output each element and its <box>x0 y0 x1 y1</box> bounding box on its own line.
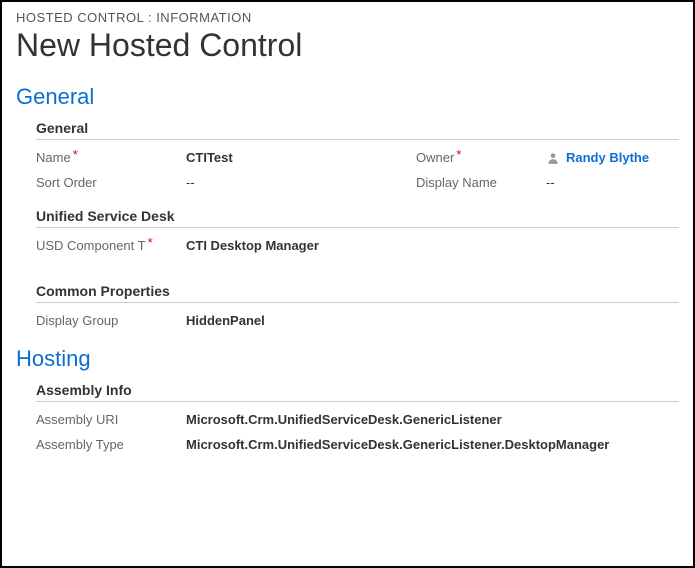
breadcrumb: HOSTED CONTROL : INFORMATION <box>16 10 679 25</box>
subsection-general-title: General <box>36 120 679 140</box>
label-owner: Owner* <box>416 150 546 165</box>
subsection-assembly: Assembly Info Assembly URI Microsoft.Crm… <box>16 382 679 452</box>
label-usd-component-text: USD Component T <box>36 238 146 253</box>
value-name[interactable]: CTITest <box>186 150 416 165</box>
required-asterisk-icon: * <box>73 147 78 162</box>
label-usd-component: USD Component T* <box>36 238 186 253</box>
value-display-name[interactable]: -- <box>546 175 679 190</box>
label-display-group: Display Group <box>36 313 186 328</box>
label-owner-text: Owner <box>416 150 454 165</box>
required-asterisk-icon: * <box>148 235 153 250</box>
section-hosting-header[interactable]: Hosting <box>16 346 679 372</box>
row-assembly-type: Assembly Type Microsoft.Crm.UnifiedServi… <box>36 437 679 452</box>
value-sort-order[interactable]: -- <box>186 175 416 190</box>
value-owner[interactable]: Randy Blythe <box>546 150 679 165</box>
subsection-assembly-title: Assembly Info <box>36 382 679 402</box>
required-asterisk-icon: * <box>456 147 461 162</box>
subsection-general: General Name* CTITest Owner* Randy Blyth… <box>16 120 679 190</box>
subsection-usd: Unified Service Desk USD Component T* CT… <box>16 208 679 253</box>
subsection-common-title: Common Properties <box>36 283 679 303</box>
value-assembly-uri[interactable]: Microsoft.Crm.UnifiedServiceDesk.Generic… <box>186 412 679 427</box>
subsection-usd-title: Unified Service Desk <box>36 208 679 228</box>
label-name: Name* <box>36 150 186 165</box>
row-usd-component: USD Component T* CTI Desktop Manager <box>36 238 679 253</box>
label-name-text: Name <box>36 150 71 165</box>
person-icon <box>546 151 560 165</box>
row-name-owner: Name* CTITest Owner* Randy Blythe <box>36 150 679 165</box>
value-usd-component[interactable]: CTI Desktop Manager <box>186 238 679 253</box>
label-display-name: Display Name <box>416 175 546 190</box>
label-assembly-uri: Assembly URI <box>36 412 186 427</box>
value-display-group[interactable]: HiddenPanel <box>186 313 679 328</box>
label-assembly-type: Assembly Type <box>36 437 186 452</box>
subsection-common: Common Properties Display Group HiddenPa… <box>16 283 679 328</box>
row-assembly-uri: Assembly URI Microsoft.Crm.UnifiedServic… <box>36 412 679 427</box>
owner-link[interactable]: Randy Blythe <box>566 150 649 165</box>
label-sort-order: Sort Order <box>36 175 186 190</box>
section-general-header[interactable]: General <box>16 84 679 110</box>
row-display-group: Display Group HiddenPanel <box>36 313 679 328</box>
row-sort-display: Sort Order -- Display Name -- <box>36 175 679 190</box>
page-title: New Hosted Control <box>16 27 679 64</box>
value-assembly-type[interactable]: Microsoft.Crm.UnifiedServiceDesk.Generic… <box>186 437 679 452</box>
